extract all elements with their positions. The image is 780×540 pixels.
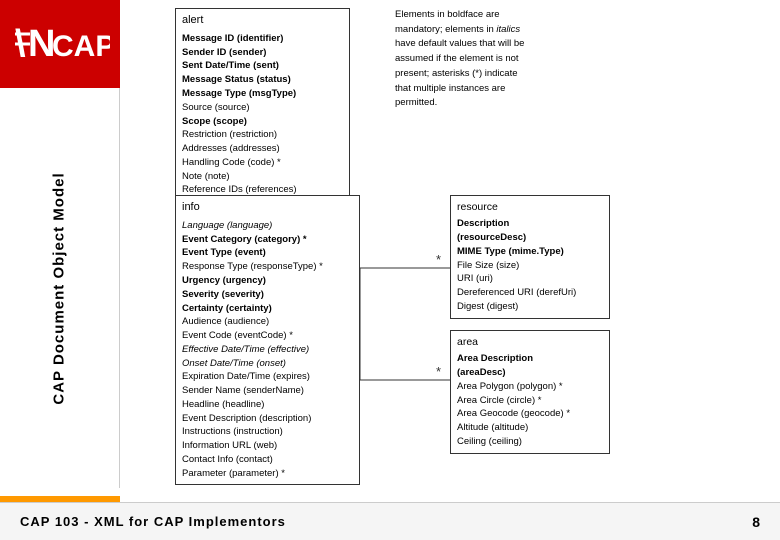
notes-line1: Elements in boldface are xyxy=(395,9,500,20)
notes-line3: have default values that will be xyxy=(395,38,524,49)
area-field-5: Area Geocode (geocode) * xyxy=(457,407,603,421)
alert-field-1: Message ID (identifier) xyxy=(182,32,343,46)
area-box: area Area Description (areaDesc) Area Po… xyxy=(450,330,610,454)
notes-line2: mandatory; elements in xyxy=(395,24,494,35)
info-field-9: Event Code (eventCode) * xyxy=(182,329,353,343)
resource-field-5: URI (uri) xyxy=(457,272,603,286)
resource-field-3: MIME Type (mime.Type) xyxy=(457,245,603,259)
info-field-4: Response Type (responseType) * xyxy=(182,260,353,274)
area-field-7: Ceiling (ceiling) xyxy=(457,435,603,449)
alert-box-title: alert xyxy=(182,13,343,29)
info-box: info Language (language) Event Category … xyxy=(175,195,360,485)
logo-svg: \ N CAP xyxy=(10,14,110,74)
area-box-title: area xyxy=(457,335,603,350)
notes-line7: permitted. xyxy=(395,97,437,108)
resource-field-1: Description xyxy=(457,217,603,231)
svg-text:CAP: CAP xyxy=(52,30,110,63)
notes-line4: assumed if the element is not xyxy=(395,53,519,64)
area-field-1: Area Description xyxy=(457,352,603,366)
alert-field-4: Message Status (status) xyxy=(182,73,343,87)
info-field-2: Event Category (category) * xyxy=(182,233,353,247)
alert-box: alert Message ID (identifier) Sender ID … xyxy=(175,8,350,216)
logo-container: \ N CAP xyxy=(0,0,120,88)
resource-box: resource Description (resourceDesc) MIME… xyxy=(450,195,610,319)
area-field-4: Area Circle (circle) * xyxy=(457,394,603,408)
info-field-17: Information URL (web) xyxy=(182,439,353,453)
area-field-6: Altitude (altitude) xyxy=(457,421,603,435)
resource-field-2: (resourceDesc) xyxy=(457,231,603,245)
info-field-5: Urgency (urgency) xyxy=(182,274,353,288)
alert-field-3: Sent Date/Time (sent) xyxy=(182,59,343,73)
info-field-6: Severity (severity) xyxy=(182,288,353,302)
alert-field-5: Message Type (msgType) xyxy=(182,87,343,101)
alert-field-10: Handling Code (code) * xyxy=(182,156,343,170)
alert-field-2: Sender ID (sender) xyxy=(182,46,343,60)
info-field-1: Language (language) xyxy=(182,219,353,233)
side-label-container: CAP Document Object Model xyxy=(0,88,120,488)
info-field-14: Headline (headline) xyxy=(182,398,353,412)
svg-text:*: * xyxy=(436,252,441,267)
footer-page: 8 xyxy=(752,514,760,530)
resource-field-7: Digest (digest) xyxy=(457,300,603,314)
info-field-18: Contact Info (contact) xyxy=(182,453,353,467)
info-box-title: info xyxy=(182,200,353,216)
info-field-13: Sender Name (senderName) xyxy=(182,384,353,398)
area-field-2: (areaDesc) xyxy=(457,366,603,380)
notes-line5: present; asterisks (*) indicate xyxy=(395,68,518,79)
info-field-3: Event Type (event) xyxy=(182,246,353,260)
notes-box: Elements in boldface are mandatory; elem… xyxy=(395,8,580,111)
info-field-8: Audience (audience) xyxy=(182,315,353,329)
side-label: CAP Document Object Model xyxy=(51,172,68,404)
resource-box-title: resource xyxy=(457,200,603,215)
resource-field-6: Dereferenced URI (derefUri) xyxy=(457,286,603,300)
svg-text:*: * xyxy=(436,364,441,379)
info-field-11: Onset Date/Time (onset) xyxy=(182,357,353,371)
notes-line2b: italics xyxy=(496,24,520,35)
info-field-7: Certainty (certainty) xyxy=(182,302,353,316)
info-field-12: Expiration Date/Time (expires) xyxy=(182,370,353,384)
notes-line6: that multiple instances are xyxy=(395,83,505,94)
diagram-content: * * * Elements in boldface are mandatory… xyxy=(120,0,780,502)
area-field-3: Area Polygon (polygon) * xyxy=(457,380,603,394)
info-field-16: Instructions (instruction) xyxy=(182,425,353,439)
alert-field-9: Addresses (addresses) xyxy=(182,142,343,156)
alert-field-8: Restriction (restriction) xyxy=(182,128,343,142)
info-field-19: Parameter (parameter) * xyxy=(182,467,353,481)
info-field-15: Event Description (description) xyxy=(182,412,353,426)
footer: CAP 103 - XML for CAP Implementors 8 xyxy=(0,502,780,540)
alert-field-7: Scope (scope) xyxy=(182,115,343,129)
footer-title: CAP 103 - XML for CAP Implementors xyxy=(20,514,286,529)
info-field-10: Effective Date/Time (effective) xyxy=(182,343,353,357)
alert-field-11: Note (note) xyxy=(182,170,343,184)
alert-field-6: Source (source) xyxy=(182,101,343,115)
resource-field-4: File Size (size) xyxy=(457,259,603,273)
